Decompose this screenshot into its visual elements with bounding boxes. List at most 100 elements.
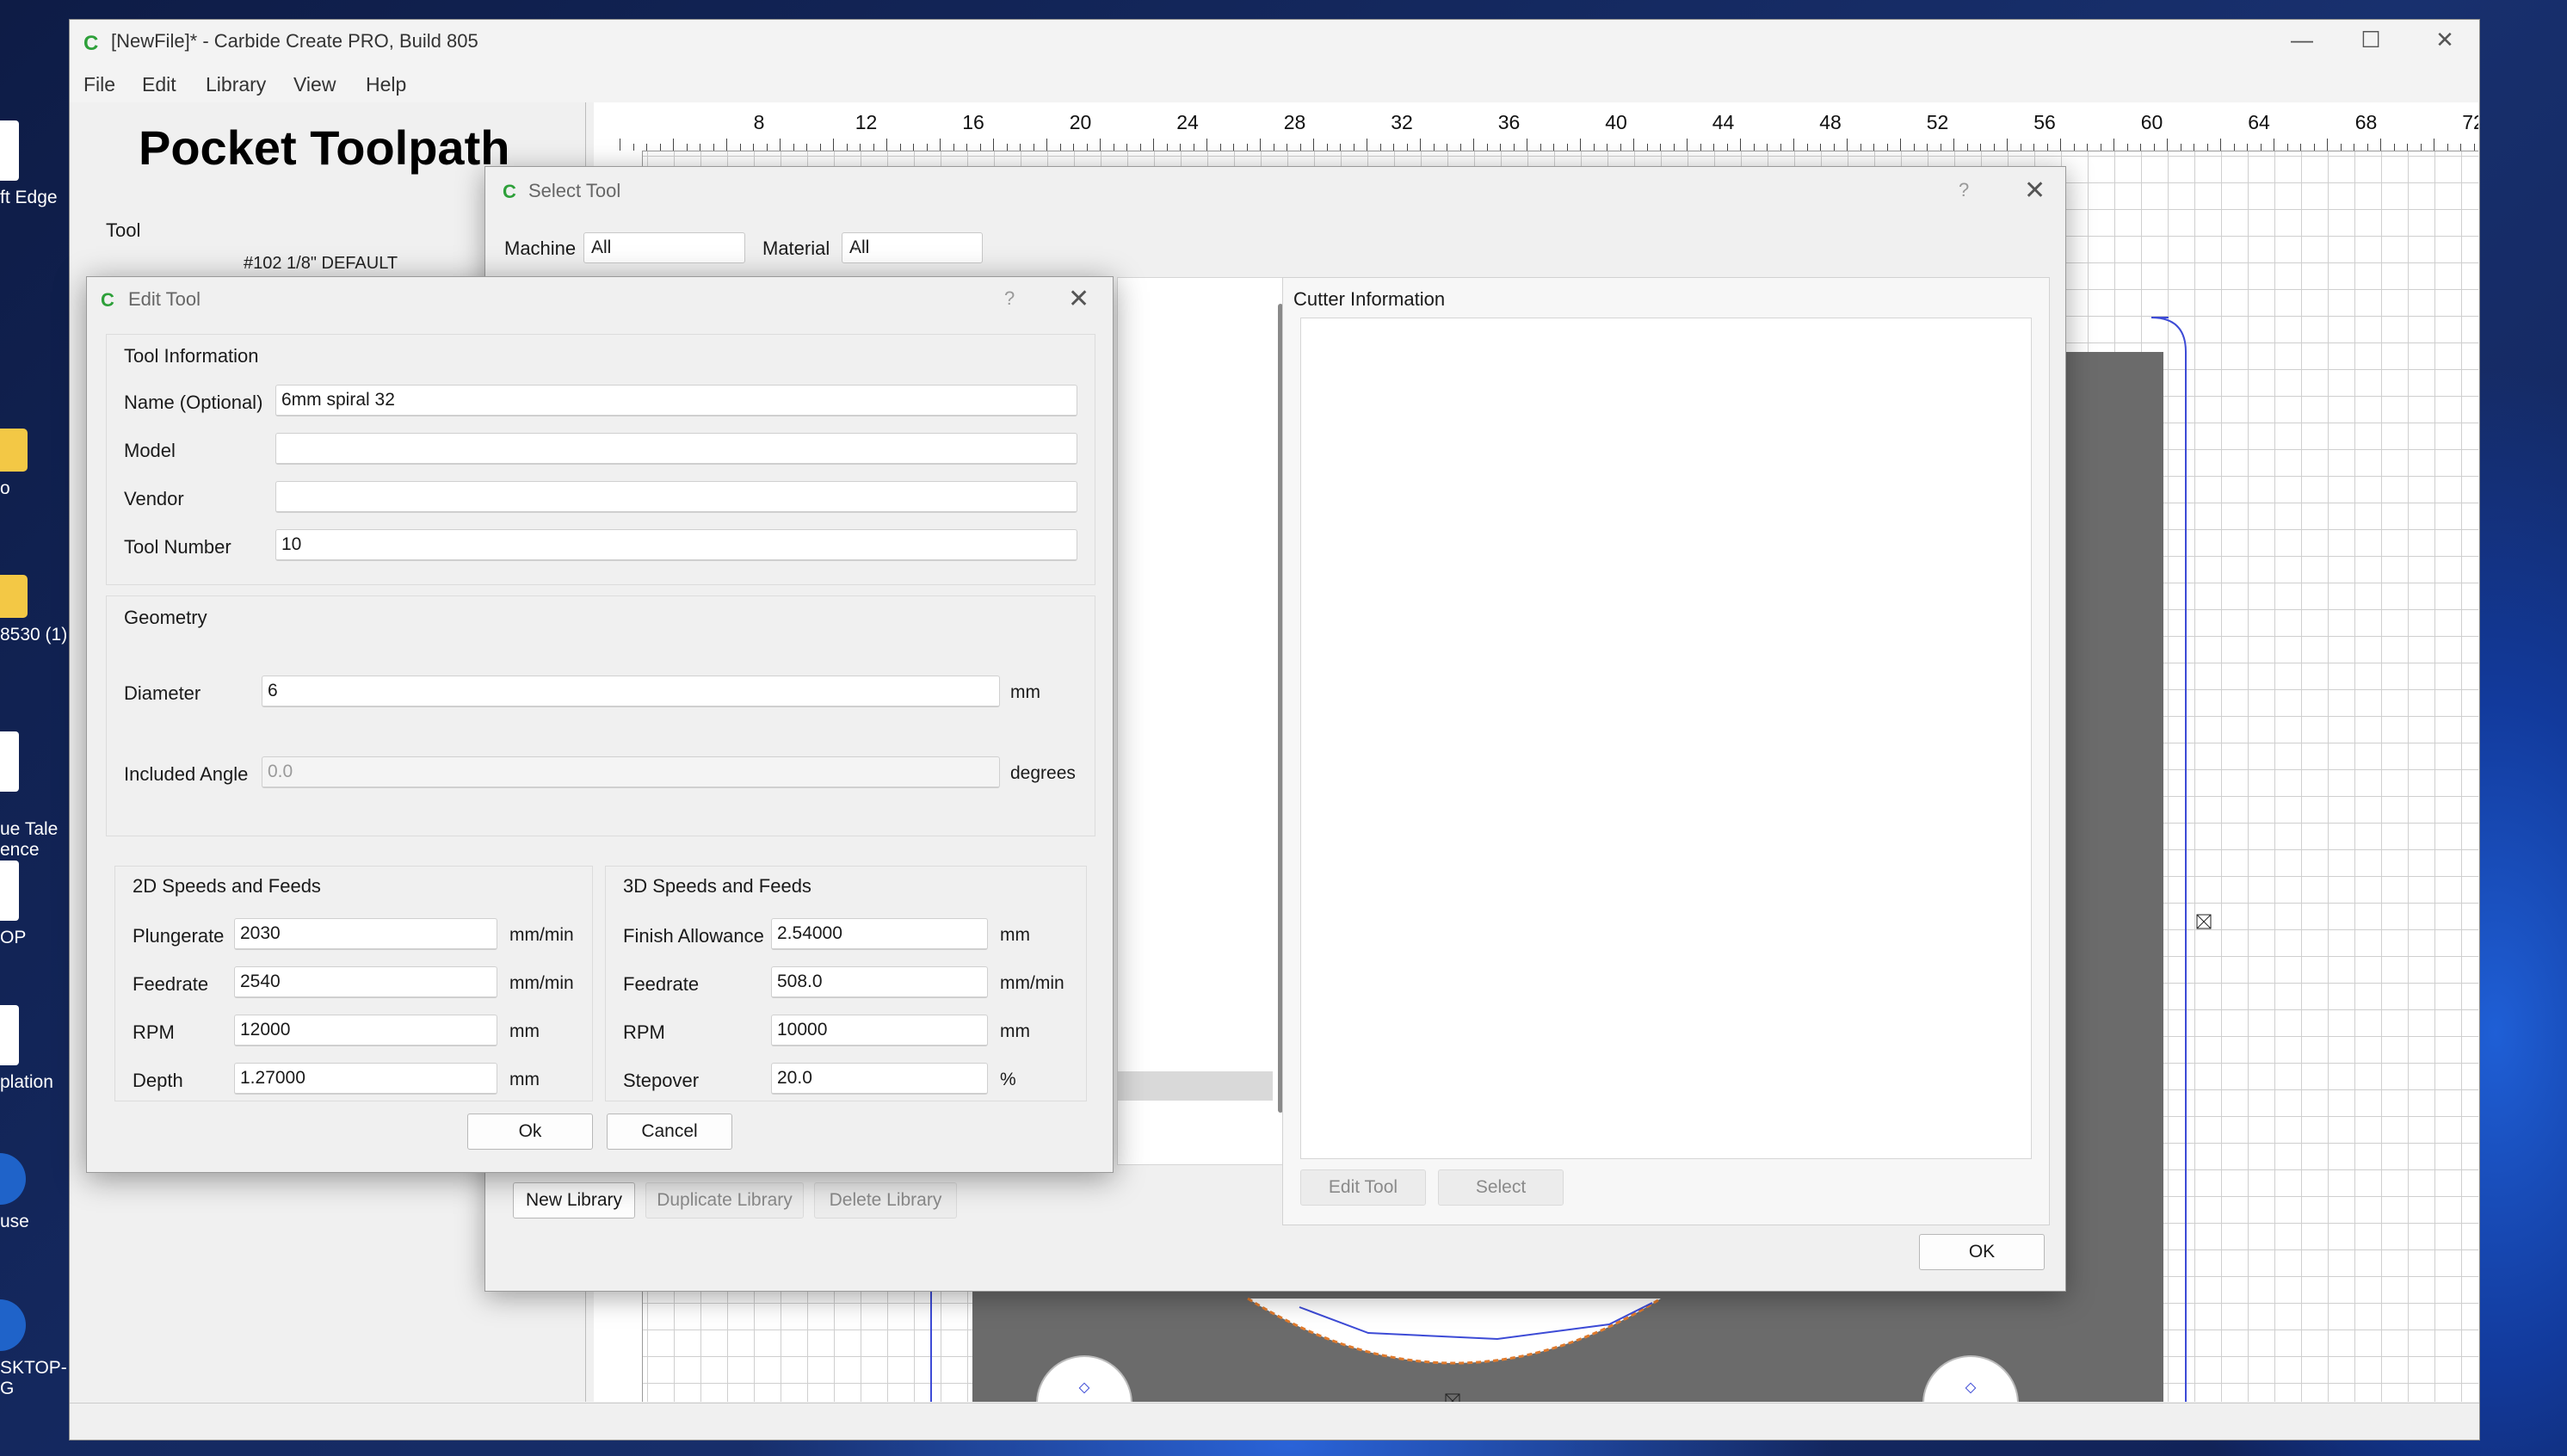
app-icon bbox=[0, 1299, 26, 1351]
depth-unit: mm bbox=[509, 1070, 540, 1089]
help-icon[interactable]: ? bbox=[1959, 179, 1969, 201]
plungerate-label: Plungerate bbox=[133, 925, 225, 947]
menu-help[interactable]: Help bbox=[366, 73, 406, 96]
plungerate-value: 2030 bbox=[240, 923, 281, 943]
cancel-button[interactable]: Cancel bbox=[607, 1114, 732, 1150]
menu-library[interactable]: Library bbox=[206, 73, 266, 96]
stepover-unit: % bbox=[1000, 1070, 1016, 1089]
diameter-input[interactable]: 6 bbox=[262, 676, 1000, 707]
plungerate-unit: mm/min bbox=[509, 925, 574, 945]
desktop-icon-document[interactable]: ue Tale ence bbox=[0, 711, 69, 881]
desktop-icon-label: 8530 (1) bbox=[0, 625, 68, 645]
depth-value: 1.27000 bbox=[240, 1068, 305, 1088]
cutter-information-label: Cutter Information bbox=[1293, 288, 1446, 310]
included-angle-unit: degrees bbox=[1010, 763, 1076, 783]
menu-file[interactable]: File bbox=[83, 73, 115, 96]
stepover-value: 20.0 bbox=[777, 1068, 812, 1088]
feedrate-3d-input[interactable]: 508.0 bbox=[771, 966, 988, 998]
maximize-button[interactable]: ☐ bbox=[2354, 27, 2388, 53]
new-library-button[interactable]: New Library bbox=[513, 1182, 635, 1218]
feedrate-unit: mm/min bbox=[509, 973, 574, 993]
minimize-button[interactable]: — bbox=[2285, 27, 2319, 53]
finish-allowance-input[interactable]: 2.54000 bbox=[771, 918, 988, 950]
desktop-icon-edge[interactable]: ft Edge bbox=[0, 120, 69, 208]
tool-value: #102 1/8" DEFAULT bbox=[244, 254, 398, 273]
diameter-value: 6 bbox=[268, 681, 278, 700]
name-input[interactable]: 6mm spiral 32 bbox=[275, 385, 1077, 416]
folder-icon bbox=[0, 429, 28, 472]
rpm-3d-label: RPM bbox=[623, 1021, 665, 1043]
folder-icon bbox=[0, 575, 28, 618]
dialog-title-bar: C Edit Tool ? ✕ bbox=[87, 277, 1113, 325]
model-input[interactable] bbox=[275, 433, 1077, 465]
menu-edit[interactable]: Edit bbox=[142, 73, 176, 96]
tool-number-input[interactable]: 10 bbox=[275, 529, 1077, 561]
dialog-title-bar: C Select Tool ? ✕ bbox=[485, 167, 2065, 215]
carbide-logo-icon: C bbox=[503, 181, 516, 202]
rpm-label: RPM bbox=[133, 1021, 175, 1043]
plungerate-input[interactable]: 2030 bbox=[234, 918, 497, 950]
ok-button[interactable]: Ok bbox=[467, 1114, 593, 1150]
stepover-label: Stepover bbox=[623, 1070, 700, 1091]
menu-view[interactable]: View bbox=[293, 73, 336, 96]
speeds-2d-group: 2D Speeds and Feeds Plungerate 2030 mm/m… bbox=[114, 866, 593, 1101]
duplicate-library-button[interactable]: Duplicate Library bbox=[645, 1182, 804, 1218]
rpm-3d-input[interactable]: 10000 bbox=[771, 1015, 988, 1046]
desktop-icon-label: o bbox=[0, 478, 10, 498]
desktop-icon-desktop[interactable]: OP bbox=[0, 861, 69, 948]
feedrate-input[interactable]: 2540 bbox=[234, 966, 497, 998]
group-title: 2D Speeds and Feeds bbox=[133, 875, 321, 897]
desktop-icon-folder[interactable]: o bbox=[0, 429, 69, 499]
selected-row[interactable] bbox=[1118, 1071, 1273, 1101]
file-icon bbox=[0, 861, 19, 921]
tool-number-label: Tool Number bbox=[124, 536, 231, 558]
included-angle-value: 0.0 bbox=[268, 762, 293, 781]
title-bar: C [NewFile]* - Carbide Create PRO, Build… bbox=[70, 20, 2479, 65]
status-bar bbox=[70, 1403, 2479, 1440]
feedrate-3d-label: Feedrate bbox=[623, 973, 700, 995]
desktop-icon-app-2[interactable]: SKTOP-G bbox=[0, 1299, 69, 1399]
name-value: 6mm spiral 32 bbox=[281, 390, 395, 410]
machine-label: Machine bbox=[504, 238, 577, 259]
depth-input[interactable]: 1.27000 bbox=[234, 1063, 497, 1095]
dialog-title: Select Tool bbox=[528, 180, 621, 201]
desktop-icon-label: ue Tale ence bbox=[0, 819, 59, 860]
desktop-icon-label: SKTOP-G bbox=[0, 1358, 67, 1398]
edit-tool-button[interactable]: Edit Tool bbox=[1300, 1169, 1426, 1206]
close-icon[interactable]: ✕ bbox=[2024, 176, 2046, 206]
finish-allowance-value: 2.54000 bbox=[777, 923, 842, 943]
speeds-3d-group: 3D Speeds and Feeds Finish Allowance 2.5… bbox=[605, 866, 1087, 1101]
menu-bar: File Edit Library View Help bbox=[70, 65, 2479, 102]
geometry-group: Geometry Diameter 6 mm Included Angle 0.… bbox=[106, 595, 1095, 836]
feedrate-value: 2540 bbox=[240, 972, 281, 991]
diameter-label: Diameter bbox=[124, 682, 201, 704]
feedrate-3d-value: 508.0 bbox=[777, 972, 823, 991]
machine-dropdown[interactable]: All ⌄ bbox=[583, 232, 745, 263]
rpm-input[interactable]: 12000 bbox=[234, 1015, 497, 1046]
stepover-input[interactable]: 20.0 bbox=[771, 1063, 988, 1095]
feedrate-3d-unit: mm/min bbox=[1000, 973, 1064, 993]
desktop-icon-label: plation bbox=[0, 1072, 53, 1092]
file-icon bbox=[0, 731, 19, 792]
carbide-logo-icon: C bbox=[83, 32, 99, 55]
tool-library-list[interactable] bbox=[1117, 277, 1291, 1165]
app-icon bbox=[0, 1153, 26, 1205]
delete-library-button[interactable]: Delete Library bbox=[814, 1182, 957, 1218]
rpm-unit: mm bbox=[509, 1021, 540, 1041]
finish-allowance-label: Finish Allowance bbox=[623, 925, 764, 947]
file-icon bbox=[0, 120, 19, 181]
file-icon bbox=[0, 1005, 19, 1065]
help-icon[interactable]: ? bbox=[1004, 287, 1015, 310]
desktop-icon-archive[interactable]: 8530 (1) bbox=[0, 575, 69, 645]
desktop-icon-simulation[interactable]: plation bbox=[0, 1005, 69, 1093]
select-button[interactable]: Select bbox=[1438, 1169, 1564, 1206]
close-button[interactable]: ✕ bbox=[2428, 27, 2462, 53]
ok-button[interactable]: OK bbox=[1919, 1234, 2045, 1270]
chevron-down-icon: ⌄ bbox=[591, 237, 605, 254]
depth-label: Depth bbox=[133, 1070, 183, 1091]
panel-title: Pocket Toolpath bbox=[139, 120, 510, 175]
material-dropdown[interactable]: All ⌄ bbox=[842, 232, 983, 263]
close-icon[interactable]: ✕ bbox=[1068, 284, 1089, 314]
desktop-icon-app-1[interactable]: use bbox=[0, 1153, 69, 1232]
vendor-input[interactable] bbox=[275, 481, 1077, 513]
